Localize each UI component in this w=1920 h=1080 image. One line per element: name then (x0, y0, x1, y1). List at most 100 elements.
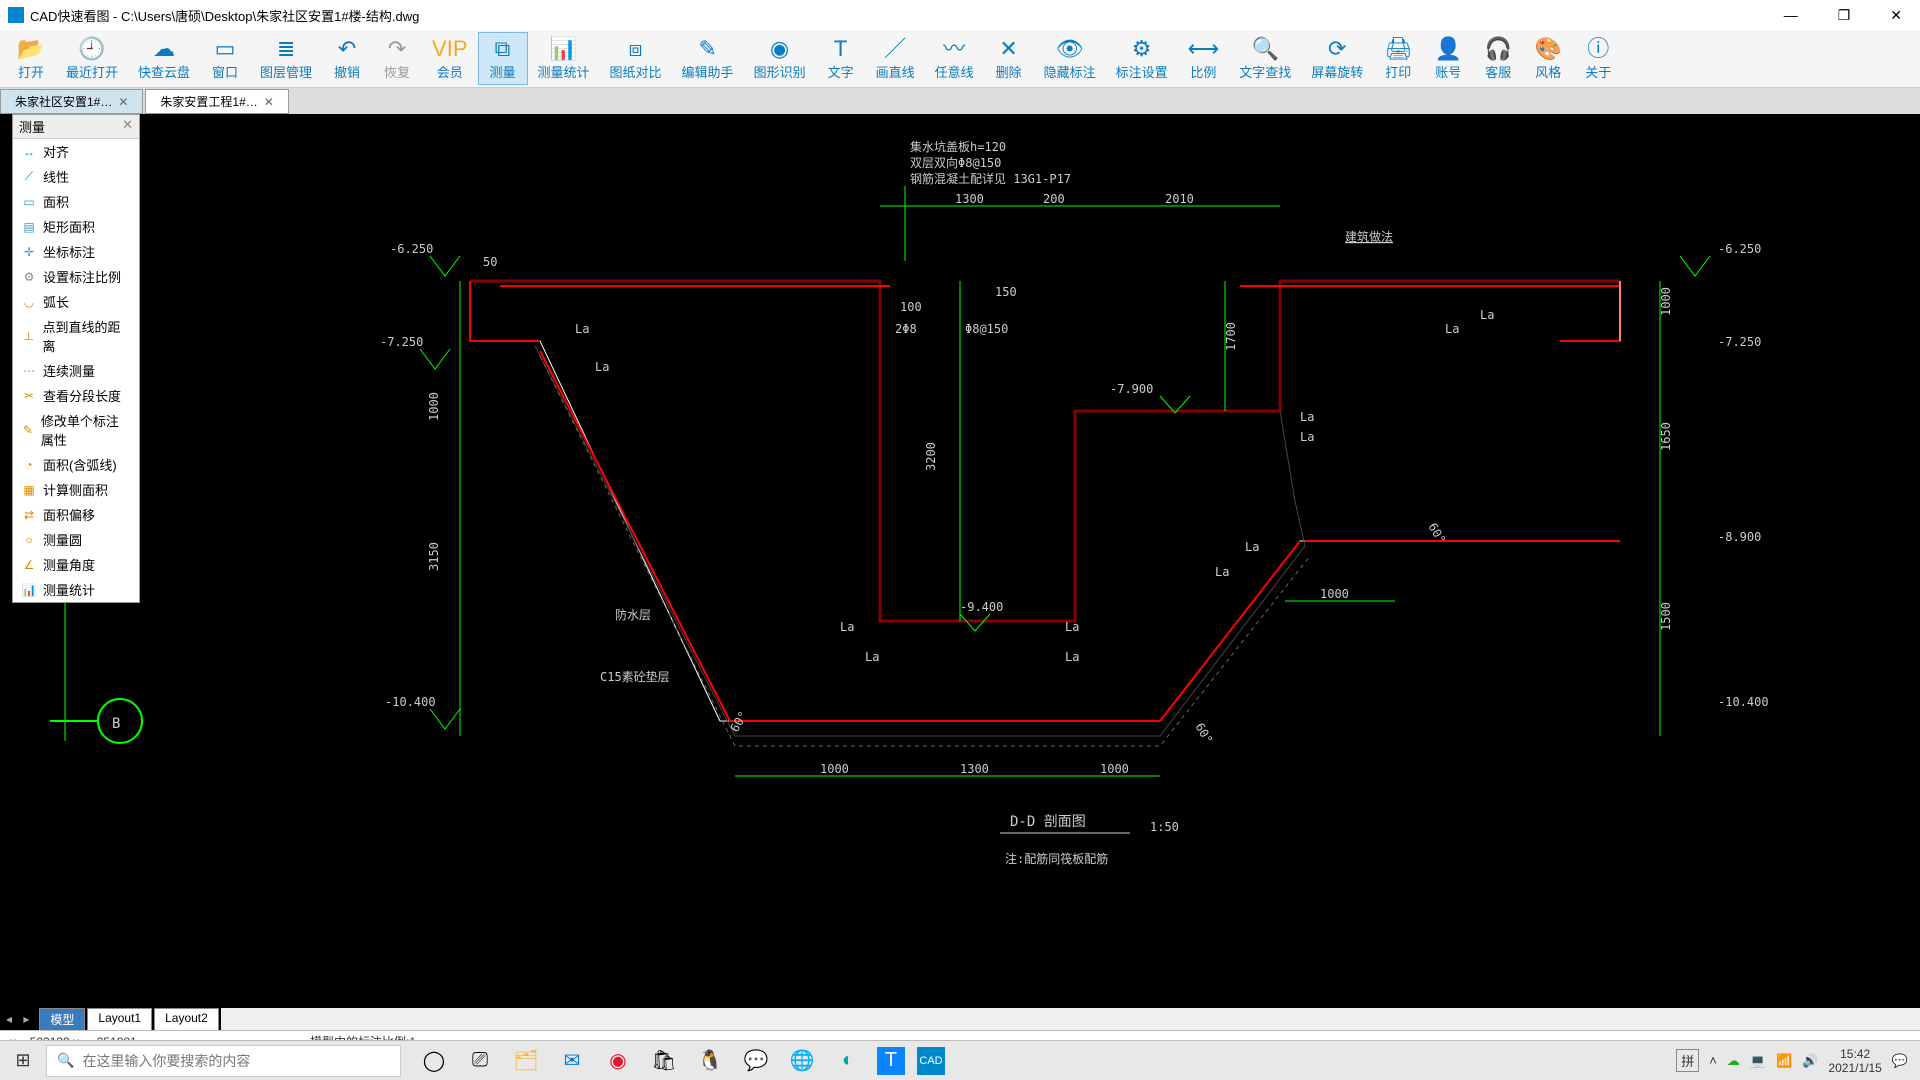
maximize-button[interactable]: ❐ (1828, 7, 1861, 24)
search-input[interactable]: 🔍 在这里输入你要搜索的内容 (46, 1045, 401, 1077)
svg-text:60°: 60° (1425, 521, 1448, 547)
tool-图层管理[interactable]: ≣图层管理 (250, 32, 322, 85)
wechat-icon[interactable]: 💬 (739, 1044, 773, 1078)
measure-item-面积[interactable]: ▭面积 (13, 189, 139, 214)
clock[interactable]: 15:42 2021/1/15 (1828, 1047, 1881, 1075)
notifications-icon[interactable]: 💬 (1892, 1053, 1908, 1069)
tool-最近打开[interactable]: 🕘最近打开 (56, 32, 128, 85)
tool-快查云盘[interactable]: ☁快查云盘 (128, 32, 200, 85)
windows-taskbar: ⊞ 🔍 在这里输入你要搜索的内容 ◯ ⎚ 🗂 ✉ ◉ 🛍 🐧 💬 🌐 ◐ T C… (0, 1040, 1920, 1080)
grid-bubble-b: B (112, 716, 120, 732)
tool-测量[interactable]: ⧉测量 (478, 32, 528, 85)
onedrive-icon[interactable]: ☁ (1727, 1053, 1740, 1069)
note-3: 钢筋混凝土配详见 13G1-P17 (910, 171, 1071, 186)
measure-item-对齐[interactable]: ↔对齐 (13, 139, 139, 164)
layout-nav-arrows[interactable]: ◂ ▸ (6, 1012, 33, 1026)
measure-item-label: 对齐 (43, 142, 69, 161)
edge-icon[interactable]: 🌐 (785, 1044, 819, 1078)
tool-文字查找[interactable]: 🔍文字查找 (1229, 32, 1301, 85)
tool-恢复[interactable]: ↷恢复 (372, 32, 422, 85)
start-button[interactable]: ⊞ (0, 1050, 46, 1071)
volume-icon[interactable]: 🔊 (1802, 1053, 1818, 1069)
measure-item-icon: ○ (21, 532, 37, 548)
layout-tab-Layout2[interactable]: Layout2 (154, 1008, 219, 1031)
tool-关于[interactable]: ⓘ关于 (1573, 32, 1623, 85)
ime-indicator[interactable]: 拼 (1676, 1049, 1699, 1072)
tool-icon: 👤 (1435, 36, 1462, 62)
tab-close-icon[interactable]: ✕ (118, 95, 128, 109)
tool-风格[interactable]: 🎨风格 (1523, 32, 1573, 85)
svg-text:2010: 2010 (1165, 192, 1194, 206)
measure-item-label: 测量圆 (43, 530, 82, 549)
cortana-icon[interactable]: ⎚ (463, 1044, 497, 1078)
battery-icon[interactable]: 💻 (1750, 1053, 1766, 1069)
wifi-icon[interactable]: 📶 (1776, 1053, 1792, 1069)
svg-text:La: La (840, 620, 854, 634)
measure-item-修改单个标注属性[interactable]: ✎修改单个标注属性 (13, 408, 139, 452)
svg-text:La: La (1245, 540, 1259, 554)
tool-图纸对比[interactable]: ⧈图纸对比 (600, 32, 672, 85)
measure-item-测量统计[interactable]: 📊测量统计 (13, 577, 139, 602)
measure-item-面积(含弧线)[interactable]: ◔面积(含弧线) (13, 452, 139, 477)
tool-隐藏标注[interactable]: 👁隐藏标注 (1034, 32, 1106, 85)
tool-文字[interactable]: T文字 (816, 32, 866, 85)
task-view-icon[interactable]: ◯ (417, 1044, 451, 1078)
layout-tab-模型[interactable]: 模型 (39, 1008, 85, 1031)
measure-item-弧长[interactable]: ◡弧长 (13, 289, 139, 314)
sogou-icon[interactable]: ◐ (831, 1044, 865, 1078)
close-button[interactable]: ✕ (1880, 7, 1912, 24)
document-tab[interactable]: 朱家安置工程1#…✕ (145, 89, 288, 114)
tool-icon: T (834, 36, 847, 62)
measure-menu-close[interactable]: ✕ (122, 117, 133, 136)
app-t-icon[interactable]: T (877, 1047, 905, 1075)
tool-比例[interactable]: ⟷比例 (1178, 32, 1230, 85)
tool-icon: ↶ (338, 36, 356, 62)
tool-画直线[interactable]: ／画直线 (866, 32, 925, 85)
search-placeholder: 在这里输入你要搜索的内容 (82, 1051, 250, 1071)
minimize-button[interactable]: — (1774, 7, 1808, 24)
svg-text:-7.250: -7.250 (380, 335, 423, 349)
tool-打开[interactable]: 📂打开 (6, 32, 56, 85)
measure-item-点到直线的距离[interactable]: ⊥点到直线的距离 (13, 314, 139, 358)
tool-标注设置[interactable]: ⚙标注设置 (1106, 32, 1178, 85)
tool-账号[interactable]: 👤账号 (1423, 32, 1473, 85)
store-icon[interactable]: 🛍 (647, 1044, 681, 1078)
tray-chevron-icon[interactable]: ˄ (1709, 1053, 1717, 1068)
tool-窗口[interactable]: ▭窗口 (200, 32, 250, 85)
cad-app-icon[interactable]: CAD (917, 1047, 945, 1075)
qq-icon[interactable]: 🐧 (693, 1044, 727, 1078)
drawing-canvas[interactable]: B 集水坑盖板h=120 双层双向Φ8@150 钢筋混凝土配详见 13G1-P1… (0, 114, 1920, 1008)
explorer-icon[interactable]: 🗂 (509, 1044, 543, 1078)
measure-item-测量角度[interactable]: ∠测量角度 (13, 552, 139, 577)
tool-编辑助手[interactable]: ✎编辑助手 (672, 32, 744, 85)
svg-text:2Φ8: 2Φ8 (895, 322, 917, 336)
measure-item-查看分段长度[interactable]: ✂查看分段长度 (13, 383, 139, 408)
tool-屏幕旋转[interactable]: ⟳屏幕旋转 (1301, 32, 1373, 85)
measure-item-计算侧面积[interactable]: ▦计算侧面积 (13, 477, 139, 502)
tool-任意线[interactable]: 〰任意线 (925, 32, 984, 85)
measure-item-坐标标注[interactable]: ✛坐标标注 (13, 239, 139, 264)
measure-item-测量圆[interactable]: ○ 测量圆 (13, 527, 139, 552)
measure-item-icon: ▭ (21, 194, 37, 210)
tool-打印[interactable]: 🖨打印 (1373, 32, 1423, 85)
tool-删除[interactable]: ✕删除 (984, 32, 1034, 85)
measure-item-矩形面积[interactable]: ▤矩形面积 (13, 214, 139, 239)
mail-icon[interactable]: ✉ (555, 1044, 589, 1078)
measure-item-面积偏移[interactable]: ⇄面积偏移 (13, 502, 139, 527)
measure-item-线性[interactable]: ⟋线性 (13, 164, 139, 189)
tool-会员[interactable]: VIP会员 (422, 32, 477, 85)
search-icon: 🔍 (57, 1052, 74, 1069)
tab-close-icon[interactable]: ✕ (264, 95, 274, 109)
document-tab[interactable]: 朱家社区安置1#…✕ (0, 89, 143, 114)
weibo-icon[interactable]: ◉ (601, 1044, 635, 1078)
tool-撤销[interactable]: ↶撤销 (322, 32, 372, 85)
measure-item-设置标注比例[interactable]: ⚙设置标注比例 (13, 264, 139, 289)
tool-图形识别[interactable]: ◉图形识别 (744, 32, 816, 85)
tool-label: 关于 (1585, 62, 1611, 81)
measure-item-连续测量[interactable]: ⋯连续测量 (13, 358, 139, 383)
tool-客服[interactable]: 🎧客服 (1473, 32, 1523, 85)
tool-icon: ◉ (770, 36, 789, 62)
layout-tab-Layout1[interactable]: Layout1 (87, 1008, 152, 1031)
tool-测量统计[interactable]: 📊测量统计 (528, 32, 600, 85)
measure-item-label: 查看分段长度 (43, 386, 121, 405)
